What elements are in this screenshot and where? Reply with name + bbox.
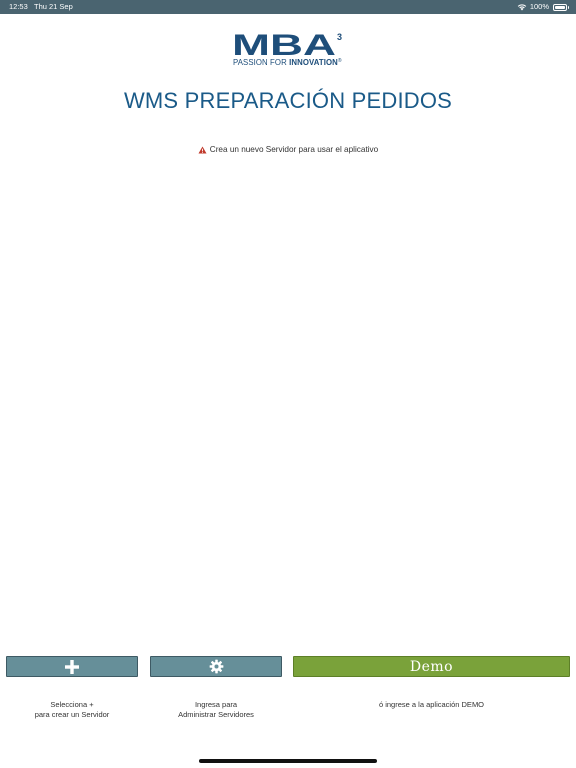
add-server-caption: Selecciona + para crear un Servidor (6, 700, 138, 720)
tagline-prefix: PASSION FOR (233, 58, 287, 67)
tagline-emphasis: INNOVATION (289, 58, 338, 67)
status-date: Thu 21 Sep (34, 2, 73, 11)
settings-caption-line2: Administrar Servidores (178, 710, 254, 719)
battery-icon (553, 3, 569, 11)
page-title: WMS PREPARACIÓN PEDIDOS (123, 88, 453, 113)
warning-icon (198, 146, 207, 153)
battery-level: 100% (529, 2, 549, 11)
logo-superscript: 3 (337, 32, 343, 42)
warning-text: Crea un nuevo Servidor para usar el apli… (209, 145, 379, 154)
demo-caption: ó ingrese a la aplicación DEMO (378, 700, 485, 709)
status-indicators: 100% (517, 0, 569, 14)
brand-tagline: PASSION FOR INNOVATION® (233, 58, 342, 67)
logo-text: MBA (232, 30, 336, 60)
settings-caption-line1: Ingresa para (194, 700, 238, 709)
add-caption-line1: Selecciona + (50, 700, 94, 709)
add-caption-line2: para crear un Servidor (34, 710, 110, 719)
status-time: 12:53 (9, 2, 28, 11)
registered-mark: ® (337, 58, 342, 64)
home-indicator[interactable] (199, 759, 377, 763)
status-bar: 12:53 Thu 21 Sep 100% (0, 0, 576, 14)
logo-mark: MBA (232, 30, 336, 60)
plus-icon (65, 659, 79, 674)
demo-button[interactable]: Demo (293, 656, 570, 677)
manage-servers-button[interactable] (150, 656, 282, 677)
server-warning: Crea un nuevo Servidor para usar el apli… (0, 145, 576, 154)
manage-servers-caption: Ingresa para Administrar Servidores (150, 700, 282, 720)
gear-icon (209, 659, 223, 674)
wifi-icon (517, 4, 527, 11)
add-server-button[interactable] (6, 656, 138, 677)
